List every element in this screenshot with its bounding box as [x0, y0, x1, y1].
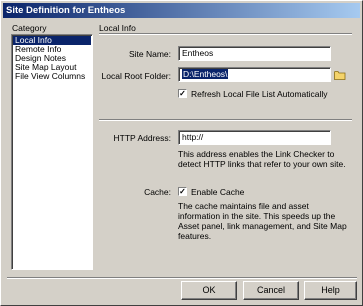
- help-button[interactable]: Help: [304, 281, 357, 300]
- category-item-file-view-columns[interactable]: File View Columns: [13, 72, 91, 81]
- cache-checkbox-label: Enable Cache: [191, 187, 245, 197]
- category-list[interactable]: Local Info Remote Info Design Notes Site…: [11, 34, 93, 270]
- root-folder-label: Local Root Folder:: [101, 71, 171, 81]
- category-label: Category: [12, 23, 47, 33]
- section-title: Local Info: [99, 23, 136, 33]
- bottom-divider: [7, 277, 357, 279]
- cancel-button[interactable]: Cancel: [243, 281, 299, 300]
- refresh-checkbox-label: Refresh Local File List Automatically: [191, 89, 328, 99]
- folder-icon[interactable]: [334, 70, 346, 80]
- root-folder-value: D:\Entheos\: [182, 69, 229, 79]
- http-address-label: HTTP Address:: [113, 133, 171, 143]
- section-divider: [99, 33, 352, 35]
- cache-checkbox[interactable]: ✓: [178, 187, 187, 196]
- site-name-label: Site Name:: [128, 49, 171, 59]
- cache-label: Cache:: [144, 187, 171, 197]
- ok-button[interactable]: OK: [181, 281, 237, 300]
- http-address-input[interactable]: http://: [178, 130, 331, 145]
- site-definition-dialog: Site Definition for Entheos Category Loc…: [0, 0, 363, 306]
- mid-divider: [99, 119, 352, 121]
- cache-description: The cache maintains file and asset infor…: [178, 201, 347, 241]
- refresh-checkbox[interactable]: ✓: [178, 89, 187, 98]
- checkmark-icon: ✓: [179, 89, 186, 98]
- root-folder-input[interactable]: D:\Entheos\: [178, 67, 331, 82]
- site-name-input[interactable]: Entheos: [178, 46, 331, 61]
- checkmark-icon: ✓: [179, 187, 186, 196]
- http-description: This address enables the Link Checker to…: [178, 149, 346, 169]
- dialog-title: Site Definition for Entheos: [3, 3, 360, 18]
